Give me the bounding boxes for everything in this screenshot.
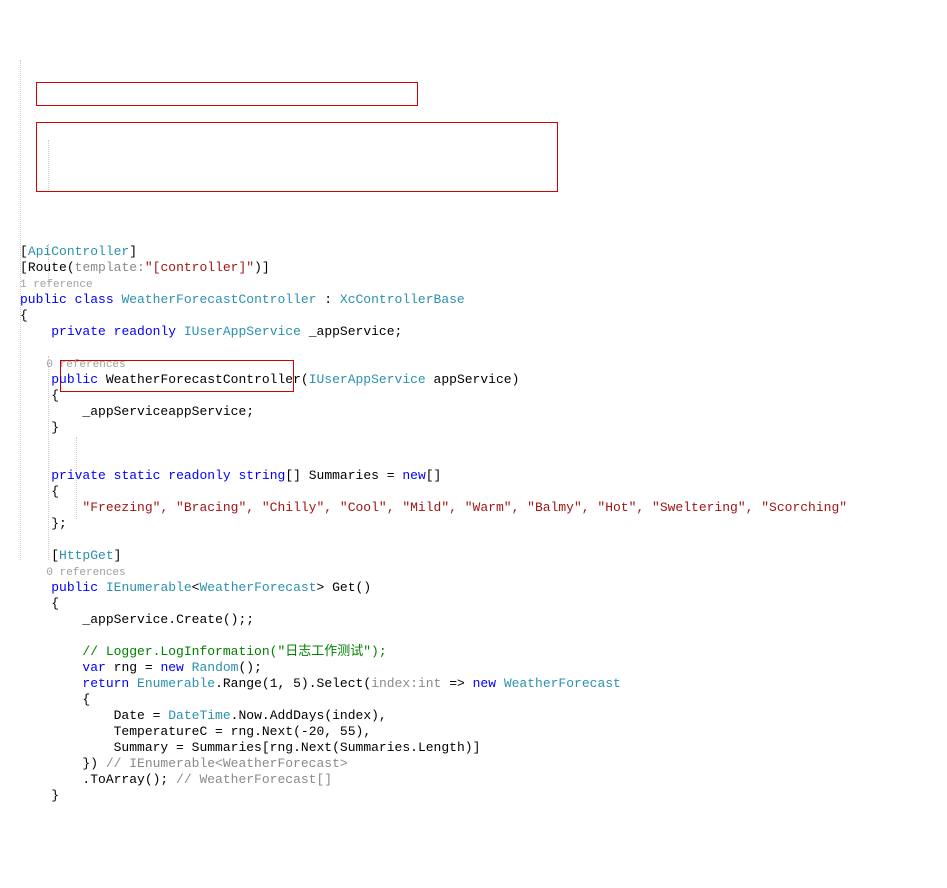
summaries-values: "Freezing", "Bracing", "Chilly", "Cool",… bbox=[82, 500, 847, 515]
inline-hint: // WeatherForecast[] bbox=[176, 772, 332, 787]
method-name: Get bbox=[332, 580, 355, 595]
codelens-refs[interactable]: 1 reference bbox=[20, 279, 93, 291]
attr-api: ApiController bbox=[28, 244, 129, 259]
comment-log: // Logger.LogInformation("日志工作测试"); bbox=[82, 644, 386, 659]
field-type: IUserAppService bbox=[184, 324, 301, 339]
summaries-field: Summaries bbox=[309, 468, 379, 483]
class-name: WeatherForecastController bbox=[121, 292, 316, 307]
route-template: "[controller]" bbox=[145, 260, 254, 275]
codelens-refs[interactable]: 0 references bbox=[46, 567, 125, 579]
inline-hint: // IEnumerable<WeatherForecast> bbox=[106, 756, 348, 771]
param-hint: template: bbox=[75, 260, 145, 275]
field-name: _appService bbox=[309, 324, 395, 339]
ctor-name: WeatherForecastController bbox=[106, 372, 301, 387]
ctor-param: appService bbox=[434, 372, 512, 387]
codelens-refs[interactable]: 0 references bbox=[46, 359, 125, 371]
code-editor: [ApiController] [Route(template:"[contro… bbox=[20, 228, 947, 804]
base-class: XcControllerBase bbox=[340, 292, 465, 307]
attr-route: Route bbox=[28, 260, 67, 275]
attr-httpget: HttpGet bbox=[59, 548, 114, 563]
